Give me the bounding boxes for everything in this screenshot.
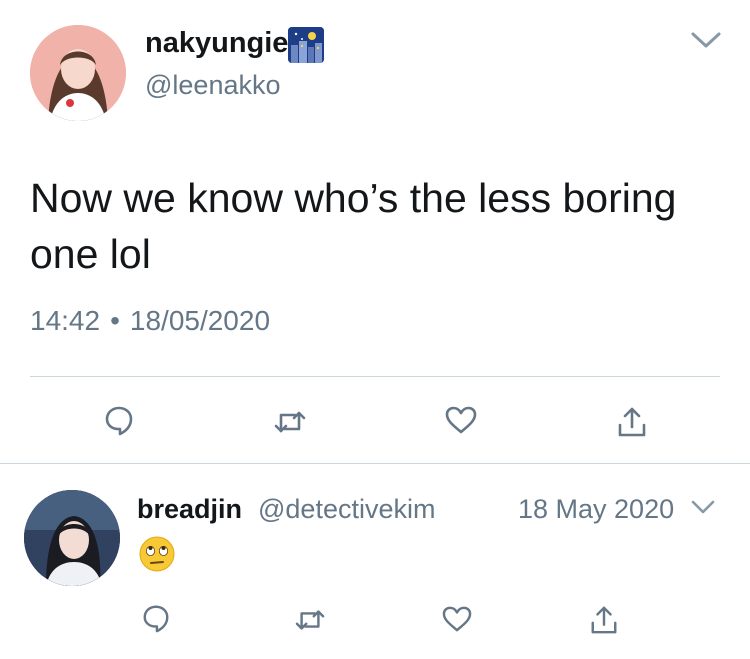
tweet-date: 18/05/2020 xyxy=(129,305,271,336)
divider xyxy=(30,376,720,377)
author-display-name[interactable]: nakyungie xyxy=(145,27,288,60)
reply-author-avatar[interactable] xyxy=(24,490,120,586)
reply-reply-button[interactable] xyxy=(136,598,176,638)
reply-author-handle[interactable]: @detectivekim xyxy=(258,494,435,525)
reply-share-button[interactable] xyxy=(584,600,624,640)
share-icon xyxy=(589,604,619,636)
tweet-timestamp[interactable]: 14:42 • 18/05/2020 xyxy=(30,305,270,337)
author-handle[interactable]: @leenakko xyxy=(145,70,281,101)
reply-icon xyxy=(141,603,171,633)
face-with-rolling-eyes-emoji-icon xyxy=(138,535,176,573)
tweet-divider xyxy=(0,463,750,464)
chevron-down-icon[interactable] xyxy=(690,498,716,516)
author-avatar[interactable] xyxy=(30,25,126,121)
reply-retweet-button[interactable] xyxy=(290,600,330,640)
meta-separator: • xyxy=(110,305,120,336)
retweet-button[interactable] xyxy=(270,402,310,442)
reply-button[interactable] xyxy=(99,400,139,440)
tweet-text: Now we know who’s the less boring one lo… xyxy=(30,175,677,277)
share-button[interactable] xyxy=(612,402,652,442)
reply-author-display-name[interactable]: breadjin xyxy=(137,494,242,525)
night-city-emoji-icon xyxy=(288,27,324,63)
retweet-icon xyxy=(273,407,307,437)
reply-date[interactable]: 18 May 2020 xyxy=(518,494,674,525)
share-icon xyxy=(616,405,648,439)
tweet-time: 14:42 xyxy=(30,305,101,336)
chevron-down-icon[interactable] xyxy=(690,30,722,50)
heart-icon xyxy=(444,405,478,435)
retweet-icon xyxy=(294,606,326,634)
like-button[interactable] xyxy=(441,400,481,440)
reply-icon xyxy=(103,404,135,436)
reply-like-button[interactable] xyxy=(437,599,477,639)
heart-icon xyxy=(441,605,473,633)
